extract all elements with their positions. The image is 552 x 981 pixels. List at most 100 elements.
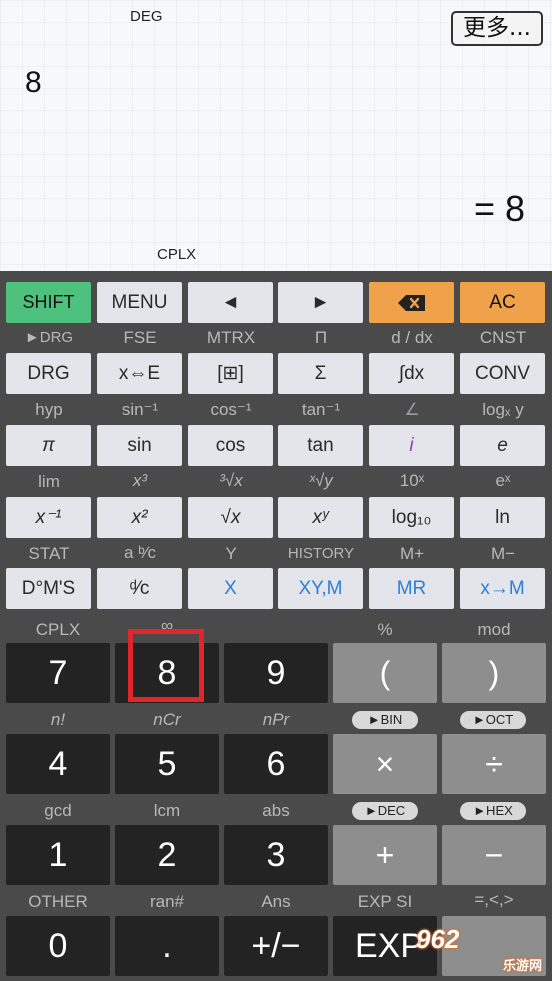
to-oct-pill: ►OCT: [460, 711, 526, 729]
close-paren-button[interactable]: ): [442, 643, 546, 703]
cursor-left-button[interactable]: ◄: [188, 282, 273, 323]
digit-0-button[interactable]: 0: [6, 916, 110, 976]
log10-button[interactable]: log₁₀: [369, 497, 454, 538]
label-fse: FSE: [123, 328, 157, 347]
ln-button[interactable]: ln: [460, 497, 545, 538]
angle-mode-indicator: DEG: [130, 8, 163, 25]
drg-button[interactable]: DRG: [6, 353, 91, 394]
label-cbrt: ³√x: [219, 471, 243, 490]
label-random: ran#: [149, 892, 185, 911]
watermark-logo: 962 乐游网: [416, 924, 542, 973]
d-over-c-button[interactable]: ᵈ⁄c: [97, 568, 182, 609]
result-text: = 8: [473, 188, 525, 229]
imaginary-button[interactable]: i: [369, 425, 454, 466]
digit-8-button[interactable]: 8: [115, 643, 219, 703]
backspace-button[interactable]: [369, 282, 454, 323]
label-fraction: a ᵇ⁄c: [124, 543, 156, 562]
multiply-button[interactable]: ×: [333, 734, 437, 794]
divide-button[interactable]: ÷: [442, 734, 546, 794]
label-percent: %: [377, 620, 393, 639]
label-to-drg: ►DRG: [24, 329, 74, 346]
plus-button[interactable]: +: [333, 825, 437, 885]
to-dec-pill: ►DEC: [352, 802, 418, 820]
arrow-right-icon: ►: [311, 291, 330, 313]
dms-button[interactable]: D°M'S: [6, 568, 91, 609]
open-paren-button[interactable]: (: [333, 643, 437, 703]
label-comparison: =,<,>: [474, 890, 514, 909]
x-to-m-button[interactable]: x→M: [460, 568, 545, 609]
label-logxy: logₓ y: [482, 400, 524, 419]
label-npr: nPr: [262, 710, 290, 729]
menu-button[interactable]: MENU: [97, 282, 182, 323]
minus-button[interactable]: −: [442, 825, 546, 885]
digit-6-button[interactable]: 6: [224, 734, 328, 794]
all-clear-button[interactable]: AC: [460, 282, 545, 323]
tan-button[interactable]: tan: [278, 425, 363, 466]
digit-3-button[interactable]: 3: [224, 825, 328, 885]
label-history: HISTORY: [287, 545, 355, 562]
sum-button[interactable]: Σ: [278, 353, 363, 394]
label-product: Π: [314, 328, 328, 347]
more-button[interactable]: 更多...: [451, 11, 543, 46]
label-factorial: n!: [50, 710, 66, 729]
label-cnst: CNST: [479, 328, 527, 347]
digit-5-button[interactable]: 5: [115, 734, 219, 794]
x-exchange-e-button[interactable]: x⇔E: [97, 353, 182, 394]
integral-button[interactable]: ∫dx: [369, 353, 454, 394]
digit-9-button[interactable]: 9: [224, 643, 328, 703]
label-mod: mod: [477, 620, 511, 639]
pi-button[interactable]: π: [6, 425, 91, 466]
sin-button[interactable]: sin: [97, 425, 182, 466]
digit-2-button[interactable]: 2: [115, 825, 219, 885]
label-lcm: lcm: [153, 801, 181, 820]
label-infinity: ∞: [160, 616, 174, 635]
digit-4-button[interactable]: 4: [6, 734, 110, 794]
label-mplus: M+: [399, 544, 425, 563]
negate-button[interactable]: +/−: [224, 916, 328, 976]
digit-7-button[interactable]: 7: [6, 643, 110, 703]
label-stat: STAT: [28, 544, 70, 563]
digit-1-button[interactable]: 1: [6, 825, 110, 885]
decimal-point-button[interactable]: .: [115, 916, 219, 976]
label-angle: ∠: [404, 400, 420, 419]
label-pow10: 10ˣ: [399, 471, 425, 490]
label-gcd: gcd: [44, 801, 72, 820]
memory-recall-button[interactable]: MR: [369, 568, 454, 609]
complex-mode-indicator: CPLX: [157, 246, 197, 263]
label-derivative: d / dx: [391, 328, 433, 347]
label-abs: abs: [262, 801, 290, 820]
shift-button[interactable]: SHIFT: [6, 282, 91, 323]
label-exp: eˣ: [495, 471, 511, 490]
label-other: OTHER: [28, 892, 88, 911]
backspace-icon: [397, 294, 425, 311]
label-cube: x³: [132, 471, 148, 490]
conv-button[interactable]: CONV: [460, 353, 545, 394]
arrow-left-icon: ◄: [221, 291, 240, 313]
label-mminus: M−: [490, 544, 516, 563]
square-button[interactable]: x²: [97, 497, 182, 538]
reciprocal-button[interactable]: x⁻¹: [6, 497, 91, 538]
cos-button[interactable]: cos: [188, 425, 273, 466]
expression-text: 8: [25, 66, 42, 99]
label-atan: tan⁻¹: [301, 400, 341, 419]
power-button[interactable]: xʸ: [278, 497, 363, 538]
to-bin-pill: ►BIN: [352, 711, 418, 729]
label-mtrx: MTRX: [206, 328, 256, 347]
x-button[interactable]: X: [188, 568, 273, 609]
euler-button[interactable]: e: [460, 425, 545, 466]
sqrt-button[interactable]: √x: [188, 497, 273, 538]
label-cplx: CPLX: [35, 620, 81, 639]
cursor-right-button[interactable]: ►: [278, 282, 363, 323]
label-y: Y: [225, 544, 237, 563]
label-exp-si: EXP SI: [357, 892, 413, 911]
xym-button[interactable]: XY,M: [278, 568, 363, 609]
label-acos: cos⁻¹: [210, 400, 252, 419]
matrix-button[interactable]: [⊞]: [188, 353, 273, 394]
label-lim: lim: [38, 472, 60, 491]
label-ans: Ans: [261, 892, 291, 911]
to-hex-pill: ►HEX: [460, 802, 526, 820]
label-xroot: ˣ√y: [309, 471, 333, 490]
label-asin: sin⁻¹: [121, 400, 159, 419]
display-panel: DEG 更多... 8 = 8 CPLX: [0, 0, 552, 271]
label-hyp: hyp: [35, 400, 63, 419]
